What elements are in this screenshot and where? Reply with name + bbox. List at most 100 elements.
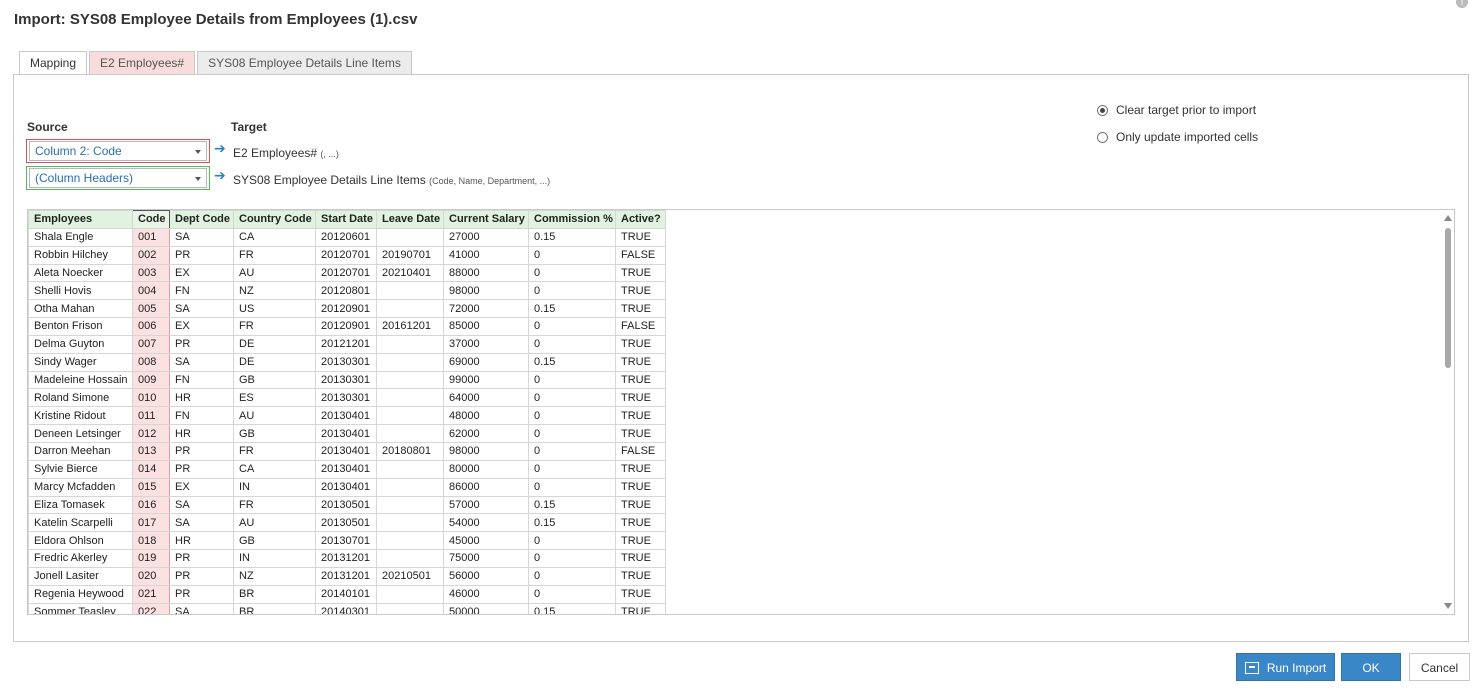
cell-commission: 0	[528, 406, 616, 426]
cell-active: TRUE	[615, 495, 666, 515]
cell-employee: Eliza Tomasek	[28, 495, 133, 515]
mapping-panel: Source Target Column 2: Code ➔ E2 Employ…	[13, 74, 1469, 642]
scroll-thumb[interactable]	[1445, 228, 1451, 368]
source-select-1[interactable]: Column 2: Code	[29, 141, 207, 161]
cell-code: 016	[132, 495, 170, 515]
scroll-up-icon[interactable]	[1444, 215, 1452, 221]
cell-code: 021	[132, 584, 170, 604]
cell-start-date: 20130501	[315, 495, 377, 515]
ok-button[interactable]: OK	[1341, 653, 1401, 681]
preview-grid[interactable]: Employees Code Dept Code Country Code St…	[27, 209, 1455, 615]
cell-code: 004	[132, 281, 170, 301]
target-2: SYS08 Employee Details Line Items (Code,…	[233, 173, 550, 187]
cell-leave-date: 20161201	[376, 317, 444, 336]
cell-employee: Eldora Ohlson	[28, 531, 133, 551]
cell-current-salary: 37000	[443, 334, 529, 354]
cell-dept-code: HR	[169, 424, 234, 443]
cancel-button[interactable]: Cancel	[1409, 653, 1470, 681]
cell-employee: Jonell Lasiter	[28, 566, 133, 586]
cell-leave-date	[376, 299, 444, 319]
cell-current-salary: 50000	[443, 602, 529, 614]
cell-current-salary: 86000	[443, 477, 529, 497]
tab-mapping[interactable]: Mapping	[19, 51, 88, 76]
cell-start-date: 20140101	[315, 584, 377, 604]
cell-commission: 0	[528, 531, 616, 551]
run-import-button[interactable]: Run Import	[1236, 653, 1335, 681]
cell-active: TRUE	[615, 531, 666, 551]
cell-leave-date: 20190701	[376, 245, 444, 265]
cell-commission: 0	[528, 424, 616, 443]
cell-code: 012	[132, 424, 170, 443]
cell-country-code: BR	[233, 584, 316, 604]
target-label: Target	[231, 120, 267, 134]
cell-dept-code: PR	[169, 549, 234, 568]
cell-code: 007	[132, 334, 170, 354]
cell-dept-code: SA	[169, 352, 234, 372]
target-2-sub: (Code, Name, Department, ...)	[429, 176, 551, 186]
cell-start-date: 20130301	[315, 352, 377, 372]
cell-current-salary: 57000	[443, 495, 529, 515]
table-row: Marcy Mcfadden 015 EX IN 20130401 86000 0 TRUE	[28, 477, 666, 497]
cell-active: TRUE	[615, 281, 666, 301]
cell-employee: Otha Mahan	[28, 299, 133, 319]
source-select-2[interactable]: (Column Headers)	[29, 168, 207, 188]
cell-commission: 0	[528, 317, 616, 336]
cell-dept-code: EX	[169, 263, 234, 283]
import-icon	[1244, 662, 1259, 674]
cell-active: TRUE	[615, 459, 666, 479]
cell-country-code: US	[233, 299, 316, 319]
chevron-down-icon	[195, 150, 201, 154]
grid-body: Shala Engle 001 SA CA 20120601 27000 0.15 TRUE R…	[28, 227, 666, 614]
chevron-down-icon	[195, 177, 201, 181]
cell-dept-code: SA	[169, 495, 234, 515]
scroll-down-icon[interactable]	[1444, 603, 1452, 609]
tab-e2-employees[interactable]: E2 Employees#	[89, 51, 196, 75]
cell-commission: 0	[528, 584, 616, 604]
table-row: Delma Guyton 007 PR DE 20121201 37000 0 TRUE	[28, 334, 666, 354]
cell-current-salary: 64000	[443, 388, 529, 408]
option-only-update[interactable]: Only update imported cells	[1097, 130, 1258, 144]
cell-country-code: NZ	[233, 566, 316, 586]
cell-active: TRUE	[615, 584, 666, 604]
cell-active: TRUE	[615, 566, 666, 586]
help-icon[interactable]: i	[1456, 0, 1468, 8]
cell-start-date: 20131201	[315, 549, 377, 568]
cell-commission: 0	[528, 441, 616, 461]
cell-dept-code: SA	[169, 299, 234, 319]
cell-commission: 0.15	[528, 513, 616, 533]
vertical-scrollbar[interactable]	[1442, 210, 1454, 614]
table-row: Eliza Tomasek 016 SA FR 20130501 57000 0.15 TRU…	[28, 495, 666, 515]
cell-employee: Sindy Wager	[28, 352, 133, 372]
cell-code: 002	[132, 245, 170, 265]
cell-employee: Deneen Letsinger	[28, 424, 133, 443]
cell-code: 010	[132, 388, 170, 408]
cell-dept-code: PR	[169, 459, 234, 479]
cell-current-salary: 80000	[443, 459, 529, 479]
table-row: Deneen Letsinger 012 HR GB 20130401 62000 0 TRU…	[28, 424, 666, 443]
cell-commission: 0.15	[528, 602, 616, 614]
cell-country-code: FR	[233, 245, 316, 265]
target-2-label: SYS08 Employee Details Line Items	[233, 173, 426, 187]
cell-leave-date	[376, 513, 444, 533]
cell-active: TRUE	[615, 388, 666, 408]
table-row: Jonell Lasiter 020 PR NZ 20131201 20210501 560…	[28, 566, 666, 586]
cell-commission: 0	[528, 549, 616, 568]
target-1-label: E2 Employees#	[233, 146, 318, 160]
cell-start-date: 20140301	[315, 602, 377, 614]
option-clear-target[interactable]: Clear target prior to import	[1097, 103, 1256, 117]
tab-sys08-line-items[interactable]: SYS08 Employee Details Line Items	[197, 51, 412, 75]
cell-leave-date	[376, 334, 444, 354]
col-header-dept-code: Dept Code	[169, 210, 234, 229]
cell-active: TRUE	[615, 406, 666, 426]
radio-clear-target[interactable]	[1097, 104, 1108, 116]
cell-commission: 0.15	[528, 299, 616, 319]
cell-commission: 0	[528, 245, 616, 265]
cell-dept-code: SA	[169, 227, 234, 247]
cell-code: 017	[132, 513, 170, 533]
cell-start-date: 20130401	[315, 459, 377, 479]
radio-only-update[interactable]	[1097, 131, 1108, 143]
dialog-title: Import: SYS08 Employee Details from Empl…	[14, 11, 418, 28]
preview-table: Employees Code Dept Code Country Code St…	[28, 210, 666, 614]
cell-active: TRUE	[615, 299, 666, 319]
cell-start-date: 20130501	[315, 513, 377, 533]
